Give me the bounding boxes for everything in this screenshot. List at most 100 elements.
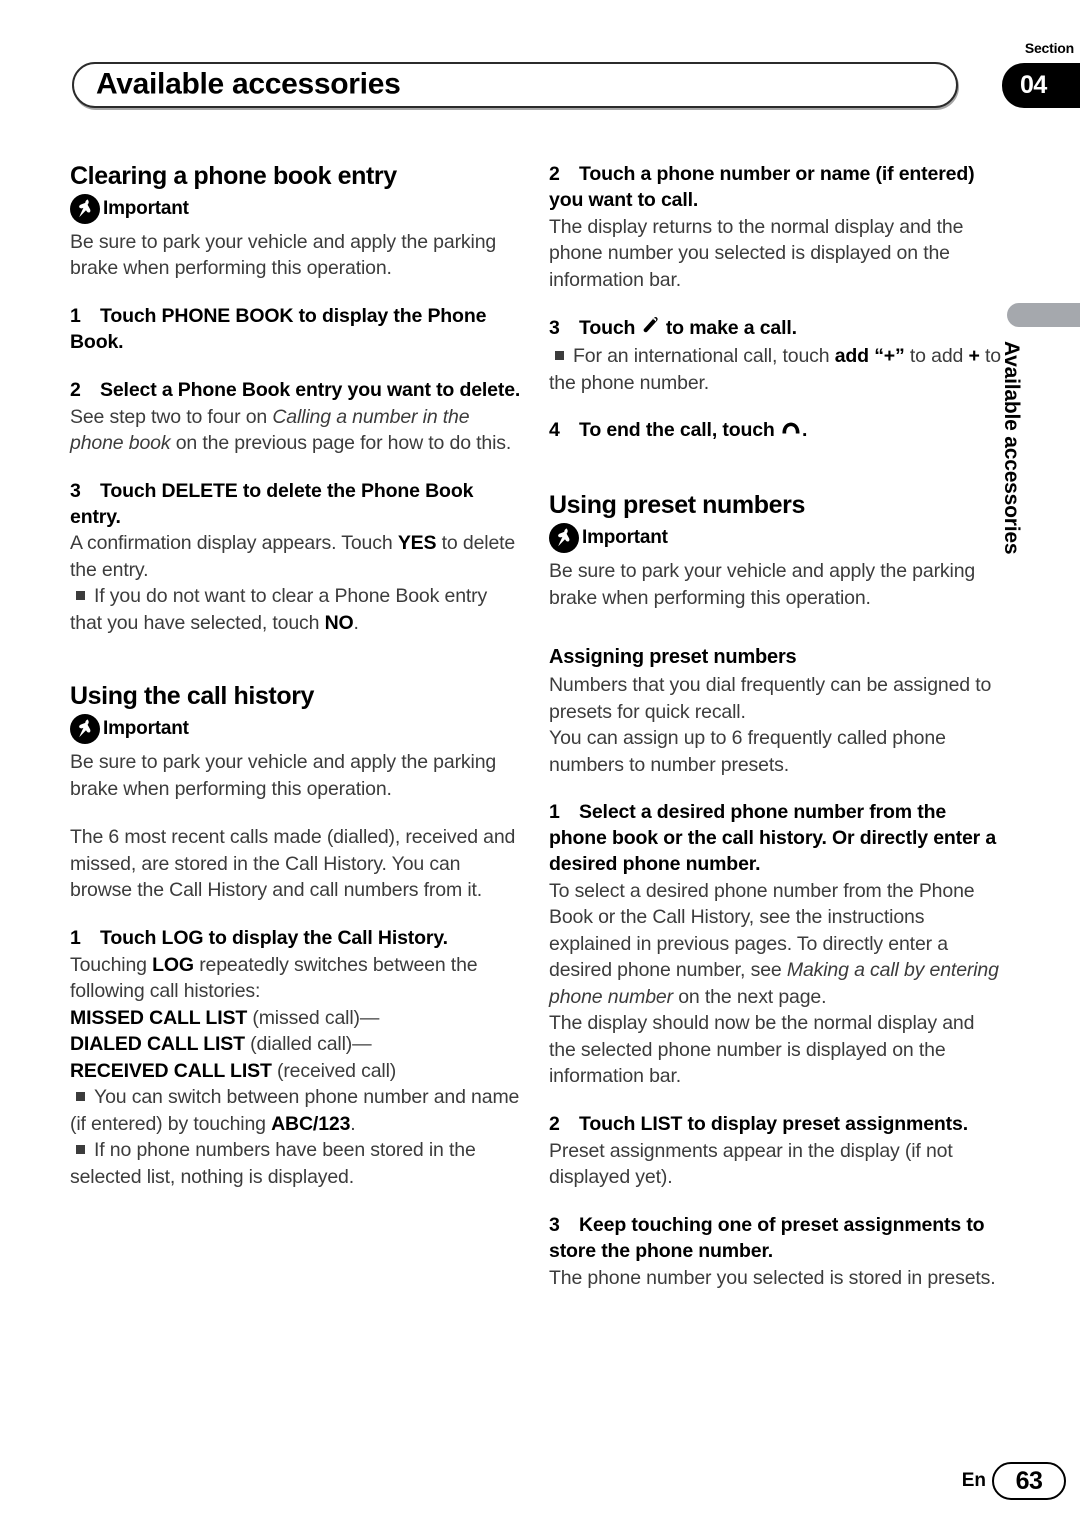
step-2-body-assigning: Preset assignments appear in the display… [549,1139,953,1189]
step-number: 1 [549,801,560,824]
step-3-body-assigning: The phone number you selected is stored … [549,1266,996,1289]
heading-clearing-phone-book: Clearing a phone book entry [70,162,397,190]
important-body-preset: Be sure to park your vehicle and apply t… [549,560,976,609]
square-bullet-icon [76,1145,85,1155]
text-post: to make a call. [660,317,797,340]
step-number: 1 [70,926,81,949]
step-number: 3 [70,479,81,502]
assigning-body-2: You can assign up to 6 frequently called… [549,727,946,776]
text-post: . [350,1112,356,1135]
text-post: (dialled call)— [244,1033,372,1056]
side-tab-bar [1007,303,1080,327]
text-pre: To end the call, touch [579,419,780,442]
key-abc-123: ABC/123 [271,1112,351,1135]
key-add-plus: add “+” [834,345,905,368]
step-2-calling: 2 Touch a phone number or name (if entere… [549,162,1001,214]
square-bullet-icon [76,1092,85,1102]
step-1-clearing: 1 Touch PHONE BOOK to display the Phone B… [70,304,522,356]
left-text-column: Clearing a phone book entry Important Be… [70,162,522,1190]
step-3-assigning: 3 Keep touching one of preset assignments… [549,1213,1001,1265]
square-bullet-icon [555,351,564,361]
call-history-intro: The 6 most recent calls made (dialled), … [70,826,516,902]
key-received-call-list: RECEIVED CALL LIST [70,1059,272,1082]
key-no: NO [324,611,354,634]
text-post: . [353,611,359,634]
important-notice-call-history: Important [70,714,522,745]
pushpin-icon [549,523,579,554]
step-2-body-calling: The display returns to the normal displa… [549,215,964,291]
step-text: Select a Phone Book entry you want to de… [100,378,521,401]
pushpin-icon [70,193,100,224]
important-notice-clearing: Important [70,193,522,224]
text-pre: See step two to four on [70,405,273,428]
page-header: Available accessories Section 04 [0,0,1080,130]
list-received-call: RECEIVED CALL LIST (received call) [70,1058,522,1085]
square-bullet-icon [76,591,85,601]
step-4-calling: 4 To end the call, touch . [549,418,1001,445]
page-footer: En 63 [0,1462,1080,1512]
step-text: Keep touching one of preset assignments … [549,1213,985,1262]
page-title-pill: Available accessories [72,62,958,108]
step-number: 3 [549,317,560,340]
important-notice-preset: Important [549,523,1001,554]
list-missed-call: MISSED CALL LIST (missed call)— [70,1005,522,1032]
important-body-clearing: Be sure to park your vehicle and apply t… [70,230,497,280]
right-text-column: 2 Touch a phone number or name (if entere… [549,162,1001,1291]
step-number: 2 [549,163,560,185]
page-title: Available accessories [96,67,401,101]
section-number: 04 [1020,70,1047,99]
step-text: Touch DELETE to delete the Phone Book en… [70,479,474,528]
phone-offhook-icon [641,315,661,343]
step-3-body-clearing: A confirmation display appears. Touch YE… [70,530,522,583]
key-dialed-call-list: DIALED CALL LIST [70,1033,245,1056]
bullet-international-call: For an international call, touch add “+”… [549,343,1001,396]
heading-using-preset-numbers: Using preset numbers [549,491,805,520]
step-text: Touch LOG to display the Call History. [100,926,448,949]
important-label: Important [103,197,189,219]
key-log: LOG [152,953,194,976]
step-number: 1 [70,304,81,327]
step-number: 4 [549,419,560,442]
step-number: 2 [70,378,81,401]
footer-language: En [961,1470,986,1491]
section-badge: 04 [1002,63,1080,108]
text-pre: For an international call, touch [573,345,835,368]
text-post: on the next page. [672,985,827,1008]
step-3-calling: 3 Touch to make a call. [549,315,1001,343]
step-2-body-clearing: See step two to four on Calling a number… [70,404,522,457]
step-text: Touch LIST to display preset assignments… [579,1113,968,1135]
step-3-clearing: 3 Touch DELETE to delete the Phone Book e… [70,479,522,531]
footer-page-number: 63 [1015,1467,1043,1495]
bullet-clearing-no: If you do not want to clear a Phone Book… [70,583,522,636]
step-2-clearing: 2 Select a Phone Book entry you want to d… [70,378,522,404]
text-post: . [801,419,808,442]
step-1-body-assigning-2: The display should now be the normal dis… [549,1012,975,1088]
step-1-call-history: 1 Touch LOG to display the Call History. [70,926,522,952]
footer-page-number-badge: 63 [992,1462,1066,1500]
bullet-abc-123: You can switch between phone number and … [70,1084,522,1137]
side-tab: Available accessories [1000,303,1080,633]
key-missed-call-list: MISSED CALL LIST [70,1006,248,1029]
heading-using-call-history: Using the call history [70,682,315,711]
important-label: Important [103,718,189,740]
step-text: Touch PHONE BOOK to display the Phone Bo… [70,304,487,353]
bullet-no-numbers-stored: If no phone numbers have been stored in … [70,1137,522,1190]
step-1-body-assigning: To select a desired phone number from th… [549,878,1001,1011]
step-text: Select a desired phone number from the p… [549,801,997,875]
text-pre: If you do not want to clear a Phone Book… [70,585,488,634]
text-post: (missed call)— [247,1006,380,1029]
text-pre: Touch [579,317,641,340]
subheading-assigning-preset-numbers: Assigning preset numbers [549,646,797,669]
key-yes: YES [397,532,437,555]
step-number: 3 [549,1213,560,1236]
important-body-call-history: Be sure to park your vehicle and apply t… [70,751,497,800]
phone-onhook-icon [780,419,802,445]
step-text: Touch a phone number or name (if entered… [549,163,975,211]
pushpin-icon [70,714,100,745]
assigning-body-1: Numbers that you dial frequently can be … [549,674,992,723]
step-number: 2 [549,1113,560,1135]
key-plus: + [968,345,980,368]
section-label: Section [1024,40,1074,56]
side-tab-label: Available accessories [1000,341,1023,555]
text-post: on the previous page for how to do this. [170,432,512,455]
